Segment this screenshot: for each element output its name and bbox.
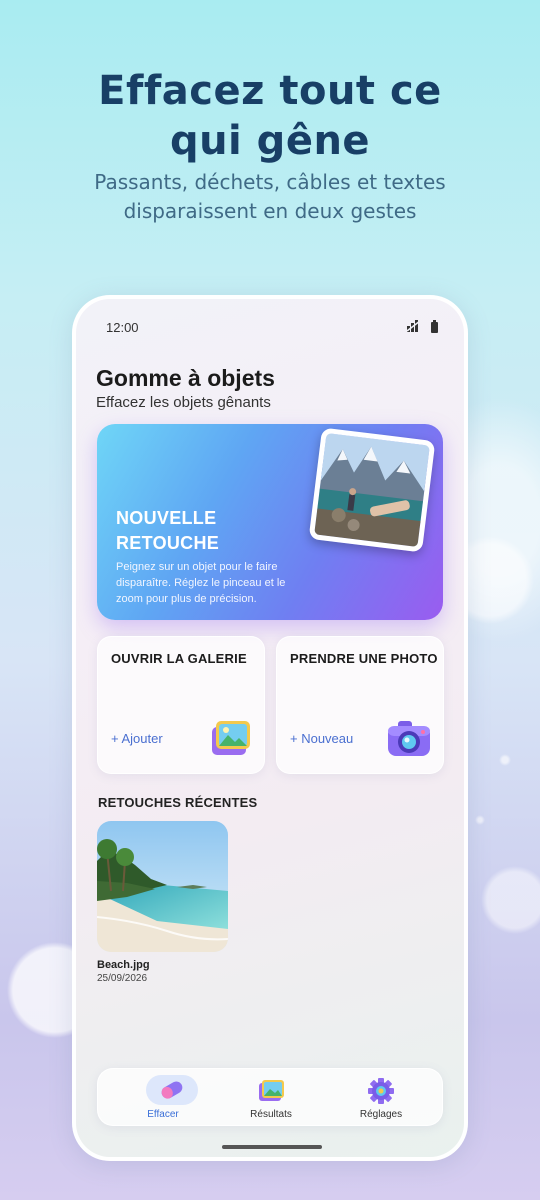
hero-title: NOUVELLE RETOUCHE	[116, 508, 220, 553]
gear-icon	[367, 1077, 394, 1104]
new-edit-card[interactable]: NOUVELLE RETOUCHE Peignez sur un objet p…	[97, 424, 443, 620]
nav-item-results[interactable]: Résultats	[216, 1069, 326, 1127]
camera-icon	[385, 715, 433, 766]
eraser-icon	[158, 1077, 184, 1103]
app-subtitle: Effacez les objets gênants	[96, 394, 271, 411]
open-gallery-tile[interactable]: OUVRIR LA GALERIE + Ajouter	[97, 636, 265, 774]
nav-label-settings: Réglages	[359, 1109, 403, 1120]
nav-label-erase: Effacer	[147, 1109, 179, 1120]
nav-item-settings[interactable]: Réglages	[326, 1069, 436, 1127]
nav-item-erase[interactable]: Effacer	[108, 1069, 218, 1127]
open-gallery-title: OUVRIR LA GALERIE	[111, 651, 247, 666]
gallery-icon	[208, 717, 254, 768]
home-indicator[interactable]	[222, 1145, 322, 1149]
take-photo-title: PRENDRE UNE PHOTO	[290, 651, 438, 666]
recent-file-name: Beach.jpg	[97, 959, 150, 971]
battery-icon	[431, 320, 438, 333]
promo-headline: Effacez tout ce qui gêne	[98, 68, 442, 164]
recent-edits-title: RETOUCHES RÉCENTES	[98, 795, 258, 810]
hero-description: Peignez sur un objet pour le faire dispa…	[116, 561, 286, 605]
recent-thumbnail-beach[interactable]	[97, 821, 228, 952]
recent-file-date: 25/09/2026	[97, 973, 148, 984]
app-title: Gomme à objets	[96, 365, 275, 391]
status-time: 12:00	[106, 320, 139, 335]
take-photo-tile[interactable]: PRENDRE UNE PHOTO + Nouveau	[276, 636, 444, 774]
signal-icon	[406, 320, 421, 335]
phone-frame: 12:00 Gomme à objets Effacez les objets …	[72, 295, 468, 1161]
nav-label-results: Résultats	[250, 1109, 292, 1120]
results-icon	[257, 1077, 284, 1103]
promo-subline: Passants, déchets, câbles et textes disp…	[94, 170, 446, 223]
new-link[interactable]: + Nouveau	[290, 731, 353, 746]
add-link[interactable]: + Ajouter	[111, 731, 163, 746]
lake-photo-icon	[308, 427, 436, 553]
bottom-navigation: Effacer Résultats Réglages	[97, 1068, 443, 1126]
status-icons	[406, 320, 438, 335]
